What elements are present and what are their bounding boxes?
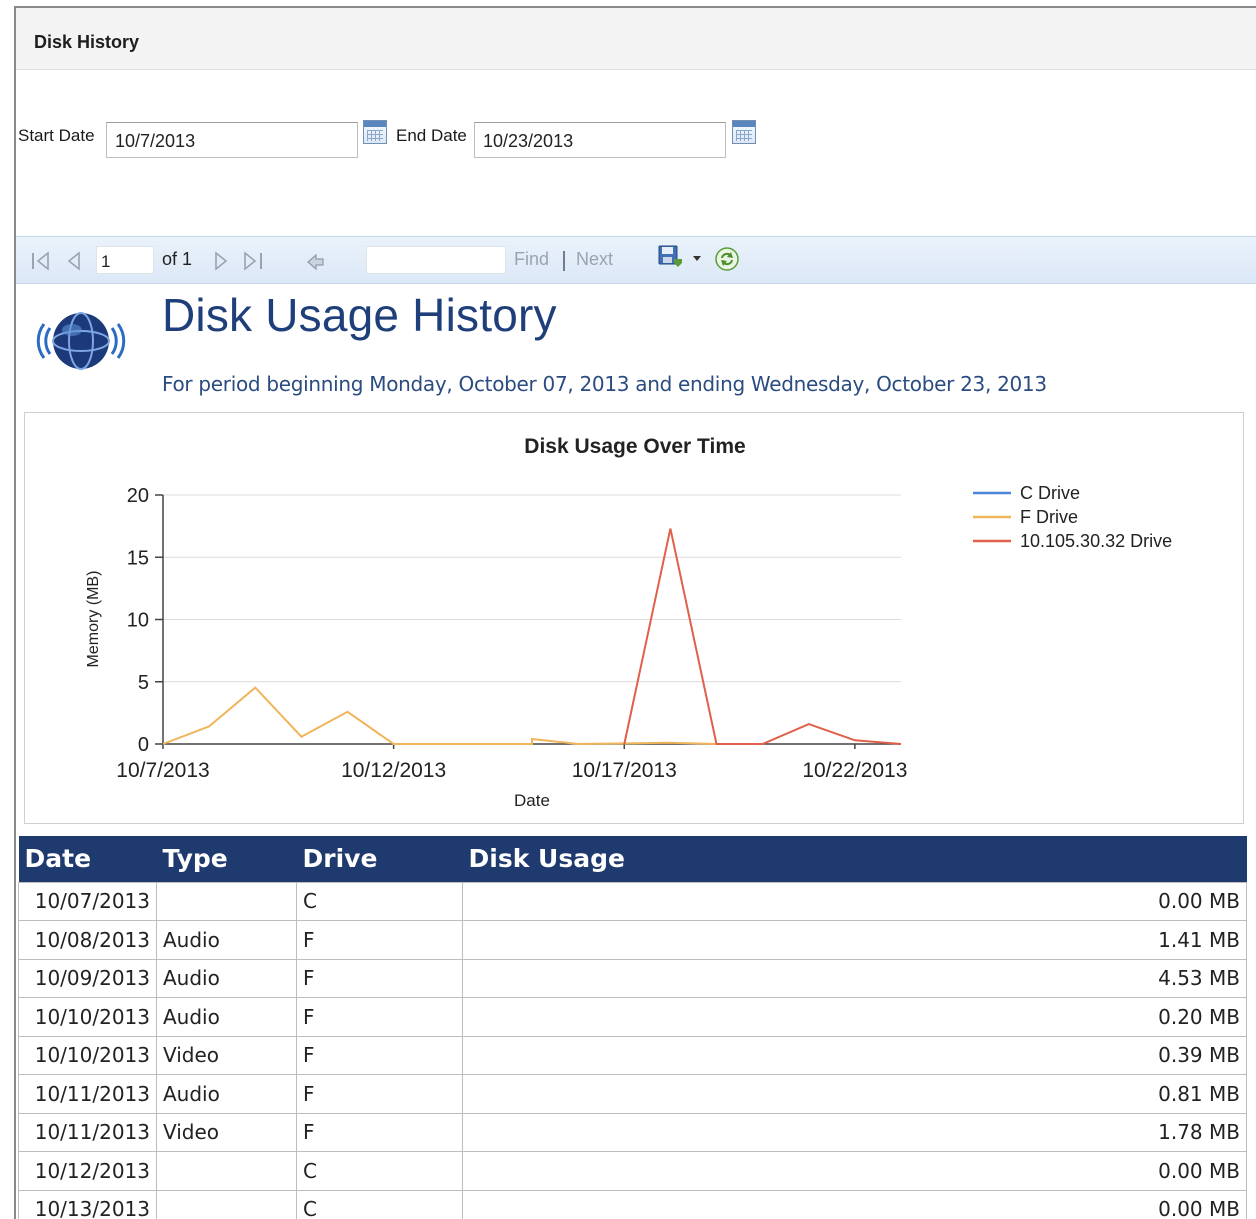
chart-container: Disk Usage Over Time 0 5 10 15 20 10/7/2013 10/… bbox=[24, 412, 1244, 824]
cell-date: 10/11/2013 bbox=[18, 1074, 157, 1114]
x-tick-label: 10/12/2013 bbox=[341, 759, 446, 782]
cell-disk-usage: 4.53 MB bbox=[462, 958, 1247, 998]
cell-disk-usage: 0.81 MB bbox=[462, 1074, 1247, 1114]
cell-date: 10/12/2013 bbox=[18, 1151, 157, 1191]
table-row: 10/09/2013 Audio F 4.53 MB bbox=[18, 958, 1247, 998]
table-row: 10/10/2013 Audio F 0.20 MB bbox=[18, 997, 1247, 1037]
table-header-row: Date Type Drive Disk Usage bbox=[18, 836, 1247, 882]
cell-drive: C bbox=[296, 881, 463, 921]
window-title: Disk History bbox=[34, 32, 140, 52]
cell-drive: F bbox=[296, 1074, 463, 1114]
cell-drive: F bbox=[296, 1035, 463, 1075]
back-icon[interactable] bbox=[306, 253, 326, 271]
x-tick-label: 10/22/2013 bbox=[802, 759, 907, 782]
column-header-drive: Drive bbox=[296, 836, 463, 882]
cell-date: 10/10/2013 bbox=[18, 1035, 157, 1075]
prev-page-icon[interactable] bbox=[66, 251, 84, 271]
y-tick-label: 5 bbox=[138, 672, 149, 694]
page-number-input[interactable]: 1 bbox=[96, 246, 154, 274]
cell-type bbox=[156, 1151, 297, 1191]
cell-disk-usage: 0.39 MB bbox=[462, 1035, 1247, 1075]
column-header-date: Date bbox=[18, 836, 157, 882]
series-line bbox=[162, 686, 717, 746]
column-header-type: Type bbox=[156, 836, 297, 882]
next-page-icon[interactable] bbox=[212, 251, 230, 271]
y-axis-label: Memory (MB) bbox=[85, 571, 102, 668]
first-page-icon[interactable] bbox=[30, 251, 52, 271]
report-subtitle: For period beginning Monday, October 07,… bbox=[162, 372, 1047, 396]
save-icon[interactable] bbox=[658, 245, 684, 269]
report-toolbar: 1 of 1 Find Next bbox=[16, 236, 1256, 284]
usage-table: Date Type Drive Disk Usage 10/07/2013 C 0.00 … bbox=[18, 836, 1247, 1219]
table-row: 10/13/2013 C 0.00 MB bbox=[18, 1189, 1247, 1219]
cell-date: 10/08/2013 bbox=[18, 920, 157, 960]
y-tick-label: 20 bbox=[127, 485, 149, 507]
window-titlebar: Disk History bbox=[16, 8, 1256, 70]
end-calendar-icon[interactable] bbox=[732, 120, 756, 144]
cell-type: Audio bbox=[156, 997, 297, 1037]
chart-title: Disk Usage Over Time bbox=[524, 435, 745, 458]
cell-date: 10/13/2013 bbox=[18, 1189, 157, 1219]
usage-table-container: Date Type Drive Disk Usage 10/07/2013 C 0.00 … bbox=[18, 836, 1247, 1219]
cell-type bbox=[156, 1189, 297, 1219]
cell-disk-usage: 1.78 MB bbox=[462, 1112, 1247, 1152]
table-row: 10/11/2013 Video F 1.78 MB bbox=[18, 1112, 1247, 1152]
company-logo-icon bbox=[36, 312, 126, 370]
cell-drive: F bbox=[296, 1112, 463, 1152]
start-date-input[interactable]: 10/7/2013 bbox=[106, 122, 358, 158]
y-tick-label: 15 bbox=[127, 547, 149, 569]
parameter-panel: Start Date 10/7/2013 End Date 10/23/2013 bbox=[16, 70, 1256, 236]
table-row: 10/07/2013 C 0.00 MB bbox=[18, 881, 1247, 921]
cell-date: 10/11/2013 bbox=[18, 1112, 157, 1152]
x-axis-label: Date bbox=[514, 791, 550, 810]
table-row: 10/10/2013 Video F 0.39 MB bbox=[18, 1035, 1247, 1075]
end-date-input[interactable]: 10/23/2013 bbox=[474, 122, 726, 158]
refresh-icon[interactable] bbox=[714, 246, 740, 272]
cell-date: 10/07/2013 bbox=[18, 881, 157, 921]
table-row: 10/11/2013 Audio F 0.81 MB bbox=[18, 1074, 1247, 1114]
cell-drive: C bbox=[296, 1151, 463, 1191]
report-viewer: Disk History Start Date 10/7/2013 End Da… bbox=[14, 6, 1256, 1219]
legend-label: F Drive bbox=[1020, 507, 1078, 527]
table-row: 10/08/2013 Audio F 1.41 MB bbox=[18, 920, 1247, 960]
column-header-disk-usage: Disk Usage bbox=[462, 836, 1247, 882]
cell-date: 10/10/2013 bbox=[18, 997, 157, 1037]
cell-disk-usage: 0.20 MB bbox=[462, 997, 1247, 1037]
cell-disk-usage: 0.00 MB bbox=[462, 1189, 1247, 1219]
cell-disk-usage: 0.00 MB bbox=[462, 881, 1247, 921]
y-tick-label: 10 bbox=[127, 610, 149, 632]
start-calendar-icon[interactable] bbox=[363, 120, 387, 144]
dropdown-arrow-icon[interactable] bbox=[692, 255, 702, 263]
page-count: of 1 bbox=[162, 249, 193, 269]
x-tick-label: 10/17/2013 bbox=[572, 759, 677, 782]
cell-date: 10/09/2013 bbox=[18, 958, 157, 998]
report-title: Disk Usage History bbox=[162, 289, 557, 341]
cell-type bbox=[156, 881, 297, 921]
end-date-label: End Date bbox=[396, 126, 467, 145]
start-date-label: Start Date bbox=[18, 126, 95, 145]
cell-drive: F bbox=[296, 997, 463, 1037]
cell-type: Audio bbox=[156, 920, 297, 960]
disk-usage-chart: Disk Usage Over Time 0 5 10 15 20 10/7/2013 10/… bbox=[85, 435, 1172, 810]
next-link[interactable]: Next bbox=[576, 249, 613, 270]
cell-drive: F bbox=[296, 958, 463, 998]
cell-type: Audio bbox=[156, 958, 297, 998]
find-link[interactable]: Find bbox=[514, 249, 549, 270]
find-input[interactable] bbox=[366, 246, 506, 274]
legend-label: C Drive bbox=[1020, 483, 1080, 503]
toolbar-divider bbox=[563, 251, 565, 271]
x-tick-label: 10/7/2013 bbox=[116, 759, 209, 782]
cell-type: Video bbox=[156, 1035, 297, 1075]
legend-label: 10.105.30.32 Drive bbox=[1020, 531, 1172, 551]
cell-disk-usage: 0.00 MB bbox=[462, 1151, 1247, 1191]
cell-drive: C bbox=[296, 1189, 463, 1219]
cell-type: Video bbox=[156, 1112, 297, 1152]
table-row: 10/12/2013 C 0.00 MB bbox=[18, 1151, 1247, 1191]
last-page-icon[interactable] bbox=[242, 251, 266, 271]
cell-type: Audio bbox=[156, 1074, 297, 1114]
cell-disk-usage: 1.41 MB bbox=[462, 920, 1247, 960]
y-tick-label: 0 bbox=[138, 734, 149, 756]
series-line bbox=[623, 528, 902, 745]
cell-drive: F bbox=[296, 920, 463, 960]
